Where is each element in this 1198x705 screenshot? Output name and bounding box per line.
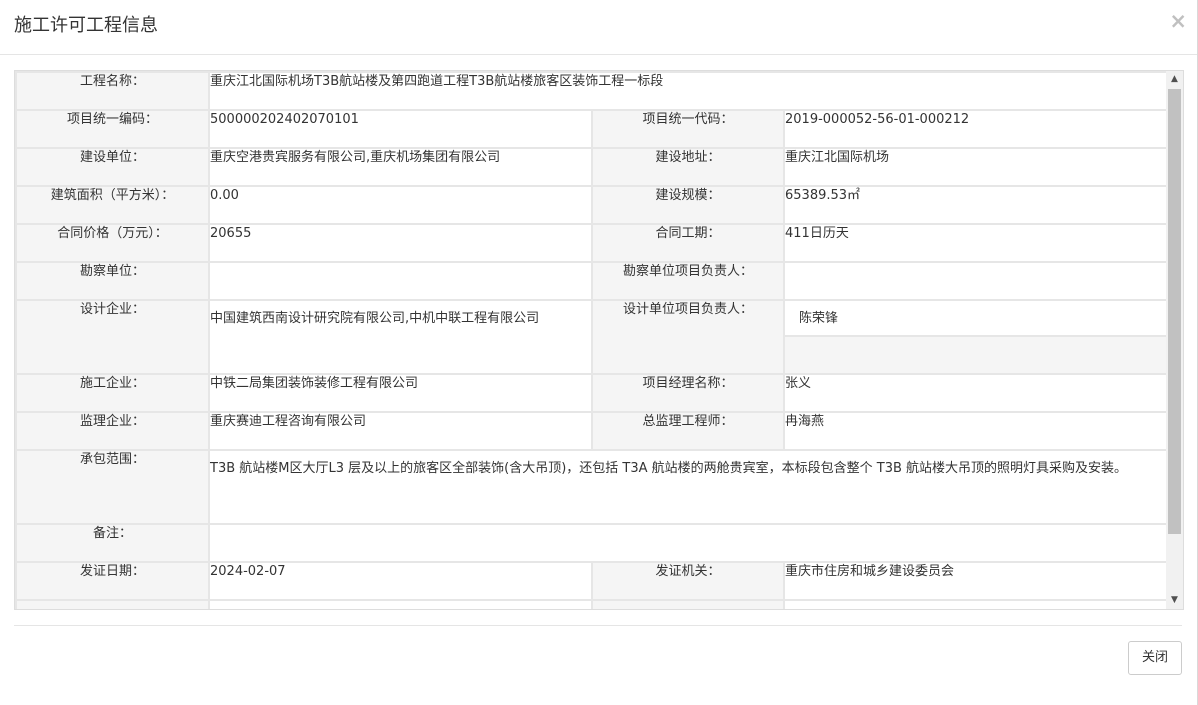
construction-label: 施工企业： [15,373,210,413]
supervision-label: 监理企业： [15,411,210,451]
issuer-value: 重庆市住房和城乡建设委员会 [782,561,1170,601]
next-row-value [208,599,593,609]
chief-supervisor-label: 总监理工程师： [591,411,785,451]
scroll-down-arrow-icon[interactable]: ▼ [1166,592,1183,609]
table-row: 施工企业： 中铁二局集团装饰装修工程有限公司 项目经理名称： 张义 [15,373,1170,413]
footer-divider [14,625,1182,626]
table-row: 勘察单位： 勘察单位项目负责人： [15,261,1170,301]
vertical-scrollbar[interactable]: ▲ ▼ [1166,71,1183,609]
close-button[interactable]: 关闭 [1128,641,1182,675]
area-value: 0.00 [208,185,593,225]
unified-number-value: 500000202402070101 [208,109,593,149]
table-row: 项目统一编码： 500000202402070101 项目统一代码： 2019-… [15,109,1170,149]
project-name-value: 重庆江北国际机场T3B航站楼及第四跑道工程T3B航站楼旅客区装饰工程一标段 [207,71,1170,111]
supervision-value: 重庆赛迪工程咨询有限公司 [208,411,593,451]
survey-value [208,261,593,301]
builder-label: 建设单位： [15,147,210,187]
design-leader-cell: 陈荣锋 [782,299,1170,375]
address-label: 建设地址： [591,147,785,187]
table-row: 设计企业： 中国建筑西南设计研究院有限公司,中机中联工程有限公司 设计单位项目负… [15,299,1170,375]
manager-label: 项目经理名称： [591,373,785,413]
scrollbar-thumb[interactable] [1168,89,1181,534]
design-leader-label: 设计单位项目负责人： [591,299,785,375]
table-row [15,599,1170,609]
close-icon[interactable]: × [1169,10,1187,32]
design-value: 中国建筑西南设计研究院有限公司,中机中联工程有限公司 [208,299,593,375]
scroll-up-arrow-icon[interactable]: ▲ [1166,71,1183,88]
scope-label: 承包范围： [15,449,210,525]
design-label: 设计企业： [15,299,210,375]
next-row-label-2 [591,599,785,609]
area-label: 建筑面积（平方米）： [15,185,210,225]
table-row: 发证日期： 2024-02-07 发证机关： 重庆市住房和城乡建设委员会 [15,561,1170,601]
project-name-label: 工程名称： [15,71,210,111]
issue-date-value: 2024-02-07 [208,561,593,601]
remark-label: 备注： [15,523,210,563]
design-leader-value: 陈荣锋 [785,301,1168,337]
issuer-label: 发证机关： [591,561,785,601]
scale-value: 65389.53㎡ [782,185,1170,225]
permit-info-table: 工程名称： 重庆江北国际机场T3B航站楼及第四跑道工程T3B航站楼旅客区装饰工程… [15,71,1170,609]
address-value: 重庆江北国际机场 [782,147,1170,187]
next-row-label [15,599,210,609]
table-row: 合同价格（万元）： 20655 合同工期： 411日历天 [15,223,1170,263]
unified-code-value: 2019-000052-56-01-000212 [782,109,1170,149]
table-row: 建筑面积（平方米）： 0.00 建设规模： 65389.53㎡ [15,185,1170,225]
scope-value: T3B 航站楼M区大厅L3 层及以上的旅客区全部装饰(含大吊顶)，还包括 T3A… [207,449,1170,525]
permit-info-dialog: 施工许可工程信息 × 工程名称： 重庆江北国际机场T3B航站楼及第四跑道工程T3… [0,0,1198,705]
unified-code-label: 项目统一代码： [591,109,785,149]
table-row: 工程名称： 重庆江北国际机场T3B航站楼及第四跑道工程T3B航站楼旅客区装饰工程… [15,71,1170,111]
table-row: 建设单位： 重庆空港贵宾服务有限公司,重庆机场集团有限公司 建设地址： 重庆江北… [15,147,1170,187]
issue-date-label: 发证日期： [15,561,210,601]
price-value: 20655 [208,223,593,263]
dialog-title: 施工许可工程信息 [14,15,158,36]
survey-leader-value [782,261,1170,301]
price-label: 合同价格（万元）： [15,223,210,263]
dialog-header: 施工许可工程信息 × [0,0,1197,55]
table-row: 监理企业： 重庆赛迪工程咨询有限公司 总监理工程师： 冉海燕 [15,411,1170,451]
survey-leader-label: 勘察单位项目负责人： [591,261,785,301]
chief-supervisor-value: 冉海燕 [782,411,1170,451]
info-scroll-area[interactable]: 工程名称： 重庆江北国际机场T3B航站楼及第四跑道工程T3B航站楼旅客区装饰工程… [14,70,1184,610]
manager-value: 张义 [782,373,1170,413]
survey-label: 勘察单位： [15,261,210,301]
period-value: 411日历天 [782,223,1170,263]
table-row: 承包范围： T3B 航站楼M区大厅L3 层及以上的旅客区全部装饰(含大吊顶)，还… [15,449,1170,525]
period-label: 合同工期： [591,223,785,263]
scale-label: 建设规模： [591,185,785,225]
construction-value: 中铁二局集团装饰装修工程有限公司 [208,373,593,413]
unified-number-label: 项目统一编码： [15,109,210,149]
table-row: 备注： [15,523,1170,563]
builder-value: 重庆空港贵宾服务有限公司,重庆机场集团有限公司 [208,147,593,187]
next-row-value-2 [782,599,1170,609]
remark-value [207,523,1170,563]
